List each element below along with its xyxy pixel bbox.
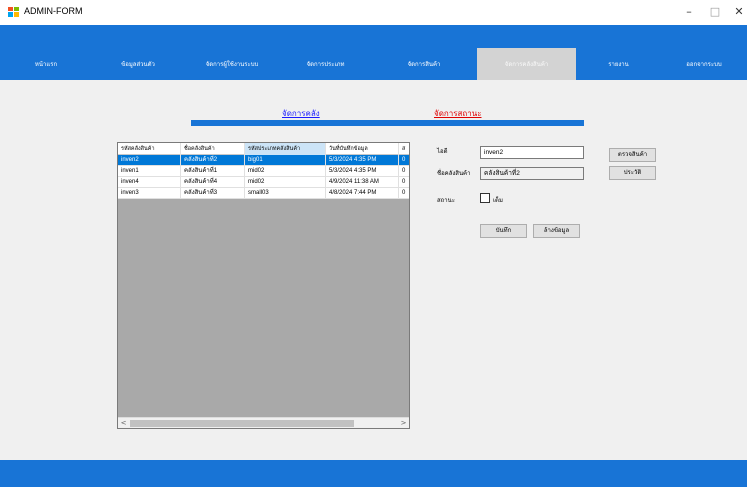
table-row[interactable]: inven3 คลังสินค้าที่3 small03 4/8/2024 7…: [118, 188, 409, 199]
cell-type-id[interactable]: big01: [245, 155, 326, 166]
cell-warehouse-id[interactable]: inven2: [118, 155, 181, 166]
maximize-button[interactable]: □: [707, 4, 723, 20]
window-title: ADMIN-FORM: [24, 6, 83, 16]
nav-item-reports[interactable]: รายงาน: [576, 48, 661, 80]
warehouse-table[interactable]: รหัสคลังสินค้า ชื่อคลังสินค้า รหัสประเภท…: [117, 142, 410, 429]
cell-date[interactable]: 5/3/2024 4:35 PM: [326, 166, 399, 177]
cell-warehouse-id[interactable]: inven4: [118, 177, 181, 188]
check-product-button[interactable]: ตรวจสินค้า: [609, 148, 656, 162]
title-bar: ADMIN-FORM – □ ✕: [0, 0, 747, 25]
id-field[interactable]: inven2: [480, 146, 584, 159]
status-label: สถานะ: [437, 197, 455, 204]
cell-date[interactable]: 5/3/2024 4:35 PM: [326, 155, 399, 166]
table-row[interactable]: inven1 คลังสินค้าที่1 mid02 5/3/2024 4:3…: [118, 166, 409, 177]
nav-item-warehouse[interactable]: จัดการคลังสินค้า: [477, 48, 576, 80]
full-checkbox[interactable]: [480, 193, 490, 203]
tab-indicator-bar: [191, 120, 584, 126]
tab-status[interactable]: จัดการสถานะ: [434, 107, 482, 120]
full-checkbox-label[interactable]: เต็ม: [493, 195, 503, 205]
table-row[interactable]: inven4 คลังสินค้าที่4 mid02 4/9/2024 11:…: [118, 177, 409, 188]
nav-item-logout[interactable]: ออกจากระบบ: [661, 48, 747, 80]
cell-warehouse-name[interactable]: คลังสินค้าที่4: [181, 177, 245, 188]
id-label: ไอดี: [437, 148, 448, 155]
cell-warehouse-id[interactable]: inven1: [118, 166, 181, 177]
cell-warehouse-name[interactable]: คลังสินค้าที่3: [181, 188, 245, 199]
header-band: [0, 25, 747, 48]
warehouse-name-field[interactable]: คลังสินค้าที่2: [480, 167, 584, 180]
nav-item-home[interactable]: หน้าแรก: [0, 48, 92, 80]
scroll-left-arrow-icon[interactable]: <: [118, 418, 129, 428]
nav-item-products[interactable]: จัดการสินค้า: [371, 48, 477, 80]
column-header-warehouse-name[interactable]: ชื่อคลังสินค้า: [181, 143, 245, 155]
table-header: รหัสคลังสินค้า ชื่อคลังสินค้า รหัสประเภท…: [118, 143, 409, 155]
nav-item-profile[interactable]: ข้อมูลส่วนตัว: [92, 48, 184, 80]
warehouse-name-label: ชื่อคลังสินค้า: [437, 170, 471, 177]
cell-type-id[interactable]: small03: [245, 188, 326, 199]
scroll-right-arrow-icon[interactable]: >: [398, 418, 409, 428]
cell-warehouse-name[interactable]: คลังสินค้าที่2: [181, 155, 245, 166]
scrollbar-thumb[interactable]: [130, 420, 354, 427]
main-navbar: หน้าแรก ข้อมูลส่วนตัว จัดการผู้ใช้งานระบ…: [0, 48, 747, 80]
cell-status[interactable]: 0: [399, 155, 409, 166]
column-header-type-id[interactable]: รหัสประเภทคลังสินค้า: [245, 143, 326, 155]
minimize-button[interactable]: –: [681, 4, 697, 20]
cell-status[interactable]: 0: [399, 188, 409, 199]
cell-warehouse-id[interactable]: inven3: [118, 188, 181, 199]
save-button[interactable]: บันทึก: [480, 224, 527, 238]
footer-bar: [0, 460, 747, 487]
clear-button[interactable]: ล้างข้อมูล: [533, 224, 580, 238]
cell-status[interactable]: 0: [399, 177, 409, 188]
cell-date[interactable]: 4/9/2024 11:38 AM: [326, 177, 399, 188]
cell-type-id[interactable]: mid02: [245, 177, 326, 188]
tab-warehouse[interactable]: จัดการคลัง: [282, 107, 320, 120]
app-icon: [8, 7, 19, 17]
history-button[interactable]: ประวัติ: [609, 166, 656, 180]
cell-status[interactable]: 0: [399, 166, 409, 177]
column-header-status[interactable]: ส: [399, 143, 409, 155]
cell-warehouse-name[interactable]: คลังสินค้าที่1: [181, 166, 245, 177]
close-button[interactable]: ✕: [731, 4, 747, 20]
cell-type-id[interactable]: mid02: [245, 166, 326, 177]
table-row[interactable]: inven2 คลังสินค้าที่2 big01 5/3/2024 4:3…: [118, 155, 409, 166]
nav-item-users[interactable]: จัดการผู้ใช้งานระบบ: [184, 48, 280, 80]
cell-date[interactable]: 4/8/2024 7:44 PM: [326, 188, 399, 199]
horizontal-scrollbar[interactable]: < >: [118, 417, 409, 428]
nav-item-categories[interactable]: จัดการประเภท: [280, 48, 371, 80]
column-header-date[interactable]: วันที่บันทึกข้อมูล: [326, 143, 399, 155]
column-header-warehouse-id[interactable]: รหัสคลังสินค้า: [118, 143, 181, 155]
